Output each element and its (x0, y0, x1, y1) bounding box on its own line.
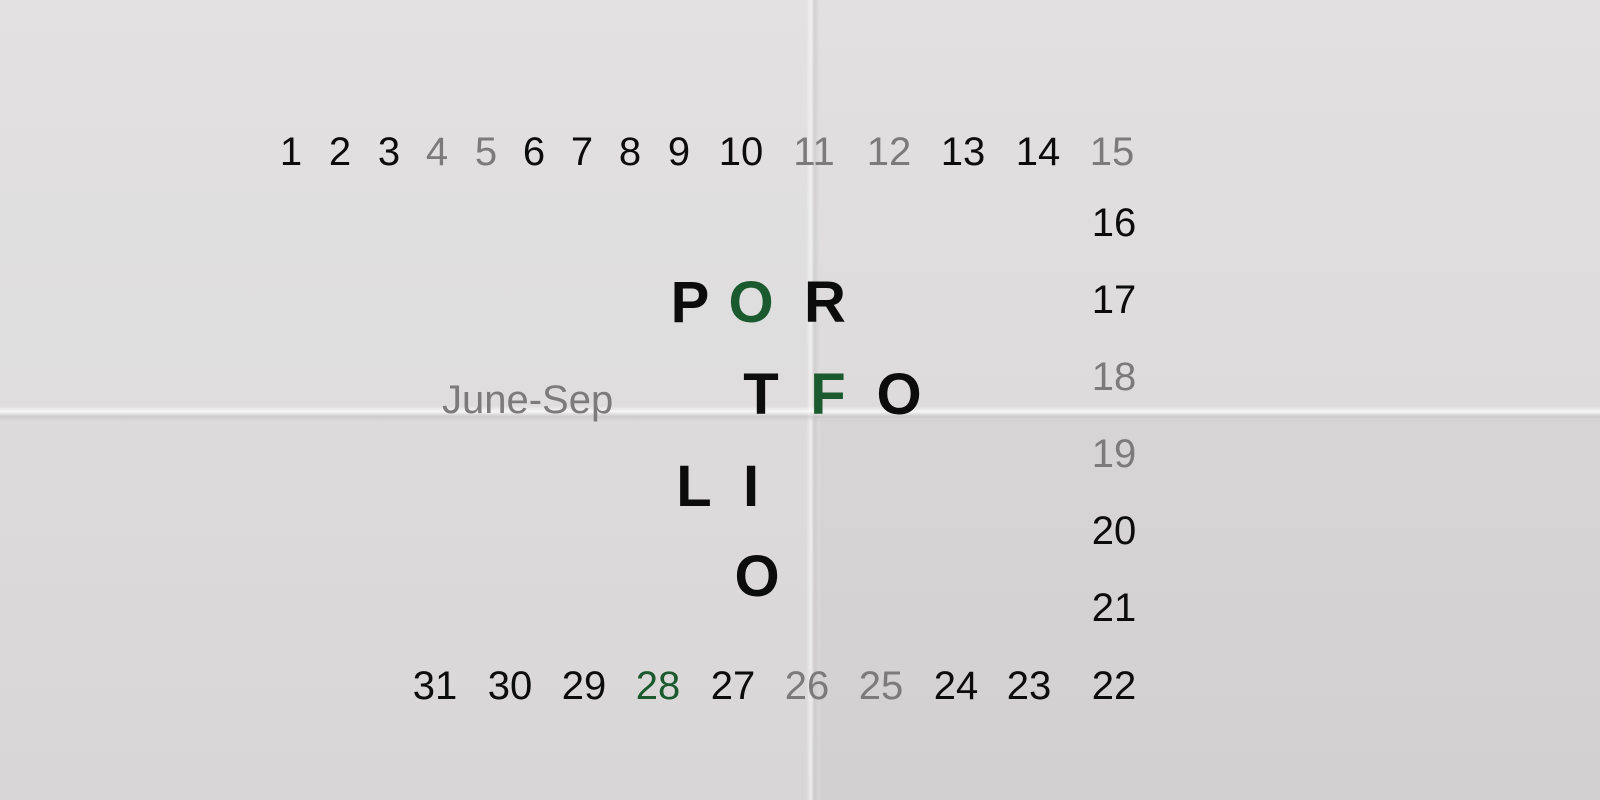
day-number: 27 (710, 664, 756, 708)
day-number: 21 (1091, 586, 1137, 630)
day-number: 24 (933, 664, 979, 708)
title-letter: O (728, 270, 774, 335)
day-number: 11 (793, 130, 835, 174)
day-number: 13 (940, 130, 986, 174)
day-number: 15 (1089, 130, 1135, 174)
day-number: 30 (487, 664, 533, 708)
title-letter: R (804, 270, 846, 335)
day-number: 7 (570, 130, 594, 174)
day-number: 10 (718, 130, 764, 174)
day-number: 12 (866, 130, 912, 174)
season-label: June-Sep (442, 378, 614, 422)
day-number: 17 (1091, 278, 1137, 322)
day-number: 5 (474, 130, 498, 174)
day-number: 28 (635, 664, 681, 708)
paper-shade-top-left (0, 0, 820, 420)
day-number: 25 (858, 664, 904, 708)
day-number: 2 (328, 130, 352, 174)
title-letter: L (676, 454, 712, 519)
day-number: 26 (784, 664, 830, 708)
day-number: 18 (1091, 355, 1137, 399)
title-letter: F (810, 362, 846, 427)
title-letter: O (876, 362, 922, 427)
day-number: 1 (279, 130, 303, 174)
day-number: 4 (425, 130, 449, 174)
horizontal-fold-line (0, 406, 1600, 422)
title-letter: P (670, 270, 710, 335)
day-number: 29 (561, 664, 607, 708)
day-number: 22 (1091, 664, 1137, 708)
day-number: 23 (1006, 664, 1052, 708)
day-number: 20 (1091, 509, 1137, 553)
day-number: 9 (667, 130, 691, 174)
day-number: 31 (412, 664, 458, 708)
day-number: 14 (1015, 130, 1061, 174)
paper-shade-bottom-right (820, 420, 1600, 800)
day-number: 8 (618, 130, 642, 174)
day-number: 6 (522, 130, 546, 174)
title-letter: T (743, 362, 779, 427)
day-number: 16 (1091, 201, 1137, 245)
day-number: 3 (377, 130, 401, 174)
title-letter: O (734, 544, 780, 609)
day-number: 19 (1091, 432, 1137, 476)
title-letter: I (742, 454, 760, 519)
